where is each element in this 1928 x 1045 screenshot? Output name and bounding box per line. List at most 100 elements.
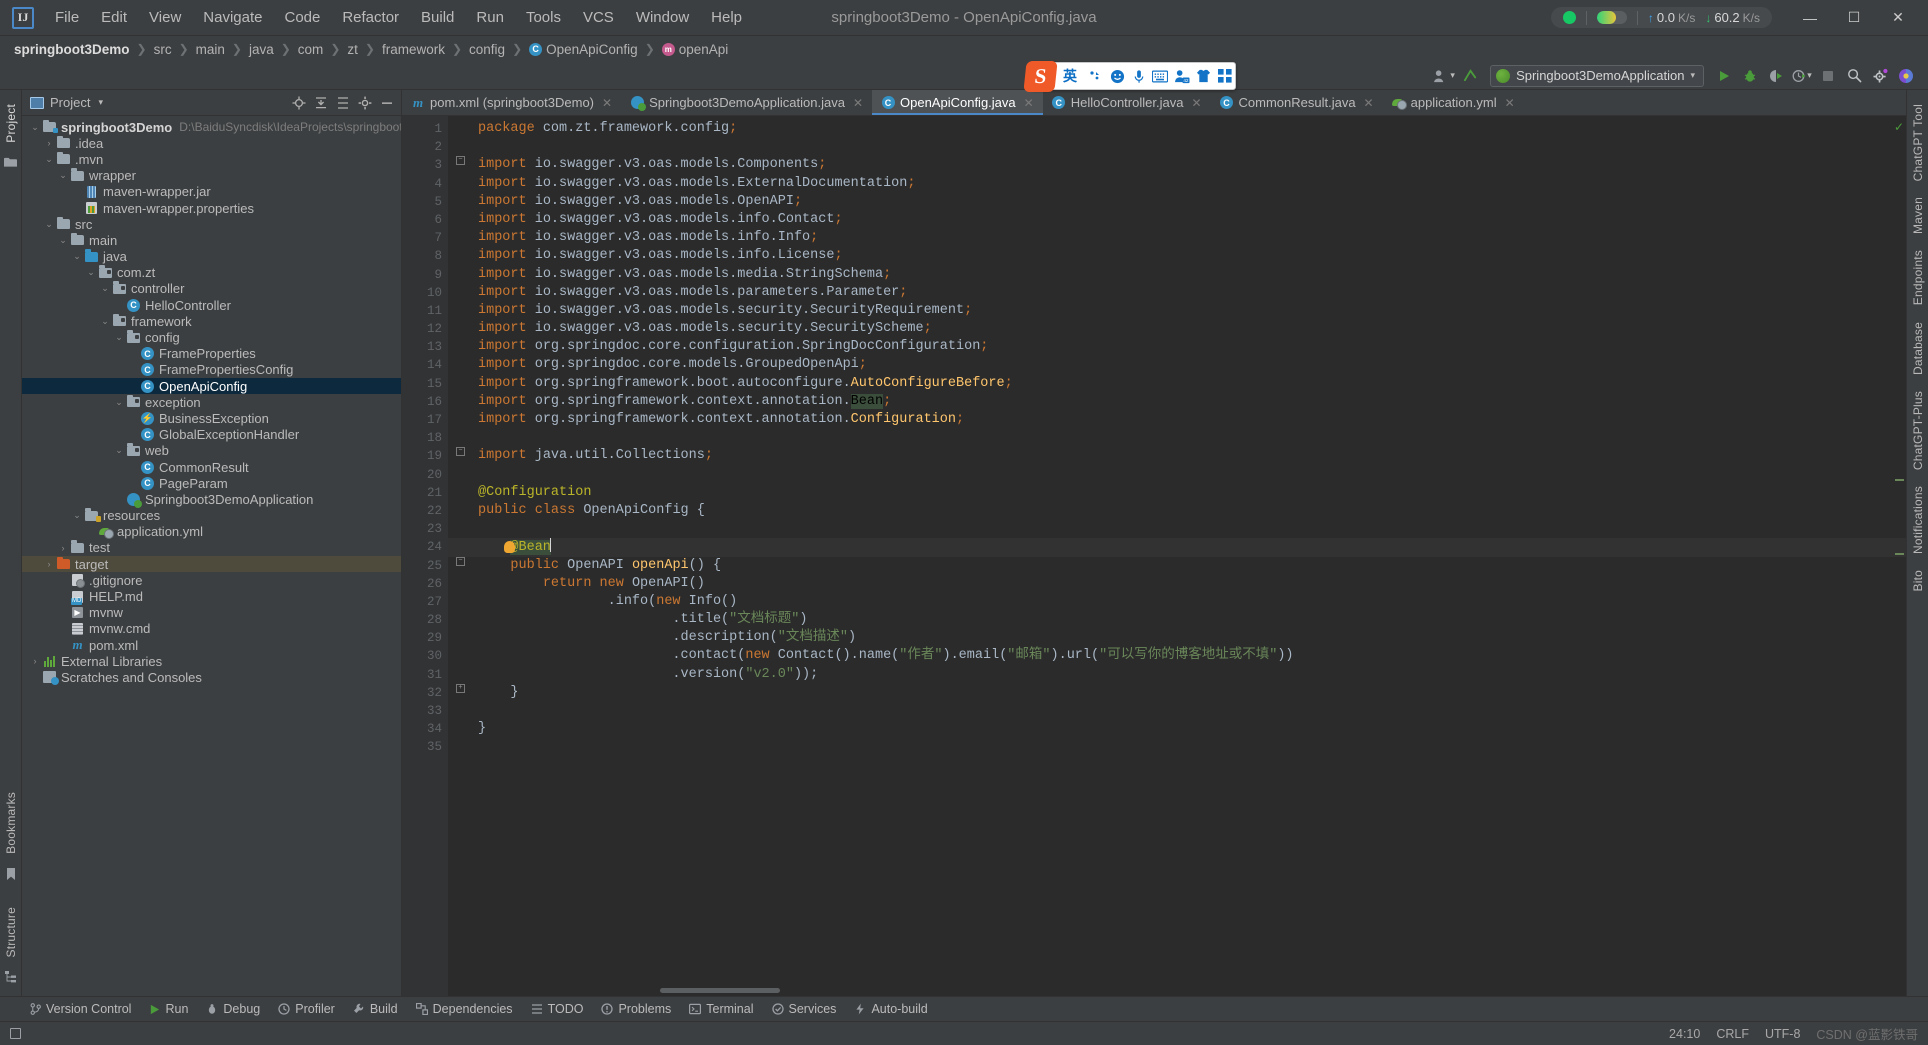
menu-code[interactable]: Code <box>273 5 331 30</box>
chevron-down-icon[interactable]: ⌄ <box>98 283 112 294</box>
chevron-down-icon[interactable]: ⌄ <box>112 397 126 408</box>
line-number-24[interactable]: 24 <box>402 538 463 556</box>
line-number-32[interactable]: 32 <box>402 684 448 702</box>
code-line-1[interactable]: package com.zt.framework.config; <box>448 120 1906 138</box>
breadcrumb-item-zt[interactable]: zt <box>343 41 362 58</box>
close-tab-icon[interactable]: ✕ <box>1364 96 1374 110</box>
tree-node-config[interactable]: ⌄ config <box>22 329 401 345</box>
chevron-down-icon[interactable]: ⌄ <box>28 122 42 133</box>
tree-node-controller[interactable]: ⌄ controller <box>22 281 401 297</box>
chevron-right-icon[interactable]: › <box>42 559 56 569</box>
bottom-tool-dependencies[interactable]: Dependencies <box>408 1000 521 1018</box>
tree-node-maven-wrapper-jar[interactable]: maven-wrapper.jar <box>22 184 401 200</box>
bookmark-icon[interactable] <box>6 867 16 883</box>
editor-tab-springboot3demoapplication-java[interactable]: Springboot3DemoApplication.java ✕ <box>621 90 872 115</box>
bottom-tool-run[interactable]: Run <box>141 1000 196 1018</box>
code-line-8[interactable]: import io.swagger.v3.oas.models.info.Lic… <box>448 247 1906 265</box>
breadcrumb-item-project[interactable]: springboot3Demo <box>10 41 134 58</box>
line-number-26[interactable]: 26 <box>402 575 448 593</box>
line-number-31[interactable]: 31 <box>402 666 448 684</box>
close-tab-icon[interactable]: ✕ <box>602 96 612 110</box>
menu-tools[interactable]: Tools <box>515 5 572 30</box>
menu-vcs[interactable]: VCS <box>572 5 625 30</box>
tree-node-wrapper[interactable]: ⌄ wrapper <box>22 168 401 184</box>
fold-expand-icon[interactable]: + <box>456 683 465 693</box>
editor-tab-application-yml[interactable]: application.yml ✕ <box>1383 90 1524 115</box>
code-line-19[interactable]: − import java.util.Collections; <box>448 447 1906 465</box>
expand-all-icon[interactable] <box>332 92 353 113</box>
tree-node-frameproperties[interactable]: C FrameProperties <box>22 346 401 362</box>
code-line-21[interactable]: @Configuration <box>448 484 1906 502</box>
menu-view[interactable]: View <box>138 5 192 30</box>
code-line-28[interactable]: .title("文档标题") <box>448 611 1906 629</box>
file-encoding[interactable]: UTF-8 <box>1765 1027 1800 1041</box>
strip-button-database[interactable]: Database <box>1911 322 1925 375</box>
chevron-down-icon[interactable]: ⌄ <box>42 219 56 230</box>
close-tab-icon[interactable]: ✕ <box>1024 96 1034 110</box>
fold-collapse-icon[interactable]: − <box>456 156 465 166</box>
strip-button-endpoints[interactable]: Endpoints <box>1911 250 1925 305</box>
tree-node-test[interactable]: › test <box>22 540 401 556</box>
minimize-button[interactable]: — <box>1788 1 1832 35</box>
breadcrumb-item-com[interactable]: com <box>294 41 328 58</box>
tree-node-application-yml[interactable]: application.yml <box>22 524 401 540</box>
bottom-tool-profiler[interactable]: Profiler <box>270 1000 343 1018</box>
project-settings-gear-icon[interactable] <box>354 92 375 113</box>
apps-grid-icon[interactable] <box>1215 66 1235 87</box>
menu-help[interactable]: Help <box>700 5 753 30</box>
chevron-right-icon[interactable]: › <box>56 543 70 553</box>
menu-run[interactable]: Run <box>465 5 515 30</box>
bottom-tool-build[interactable]: Build <box>345 1000 406 1018</box>
sogou-logo-icon[interactable]: S <box>1023 61 1058 92</box>
line-number-3[interactable]: 3 <box>402 156 448 174</box>
line-number-35[interactable]: 35 <box>402 738 448 756</box>
code-line-33[interactable] <box>448 702 1906 720</box>
menu-edit[interactable]: Edit <box>90 5 138 30</box>
intention-bulb-icon[interactable] <box>504 541 515 554</box>
close-tab-icon[interactable]: ✕ <box>1191 96 1201 110</box>
tree-node-springboot3demo[interactable]: ⌄ springboot3Demo D:\BaiduSyncdisk\IdeaPro… <box>22 119 401 135</box>
breadcrumb-item-config[interactable]: config <box>465 41 509 58</box>
line-number-19[interactable]: 19 <box>402 447 448 465</box>
code-line-2[interactable] <box>448 138 1906 156</box>
strip-button-chatgpt-tool[interactable]: ChatGPT Tool <box>1911 104 1925 181</box>
user-account-icon[interactable]: 42 <box>1172 66 1192 87</box>
project-tree[interactable]: ⌄ springboot3Demo D:\BaiduSyncdisk\IdeaPro… <box>22 116 401 996</box>
chevron-right-icon[interactable]: › <box>28 656 42 666</box>
code-line-10[interactable]: import io.swagger.v3.oas.models.paramete… <box>448 284 1906 302</box>
line-number-29[interactable]: 29 <box>402 629 448 647</box>
chevron-down-icon[interactable]: ⌄ <box>70 510 84 521</box>
code-line-27[interactable]: .info(new Info() <box>448 593 1906 611</box>
strip-button-structure[interactable]: Structure <box>4 907 18 958</box>
line-number-11[interactable]: 11 <box>402 302 448 320</box>
line-number-23[interactable]: 23 <box>402 520 448 538</box>
network-speed-widget[interactable]: ↑ 0.0 K/s ↓ 60.2 K/s <box>1550 7 1772 28</box>
sogou-ime-toolbar[interactable]: S 英 42 <box>1023 61 1236 92</box>
tree-node-framework[interactable]: ⌄ framework <box>22 313 401 329</box>
line-number-17[interactable]: 17 <box>402 411 448 429</box>
line-number-28[interactable]: 28 <box>402 611 448 629</box>
line-number-18[interactable]: 18 <box>402 429 448 447</box>
locate-file-icon[interactable] <box>288 92 309 113</box>
run-configuration-selector[interactable]: Springboot3DemoApplication ▾ <box>1490 64 1704 87</box>
chevron-down-icon[interactable]: ⌄ <box>112 332 126 343</box>
update-project-icon[interactable] <box>1458 65 1482 87</box>
bottom-tool-todo[interactable]: TODO <box>523 1000 592 1018</box>
search-everywhere-icon[interactable] <box>1842 65 1866 87</box>
bottom-tool-terminal[interactable]: Terminal <box>681 1000 761 1018</box>
code-line-31[interactable]: .version("v2.0")); <box>448 666 1906 684</box>
debug-button[interactable] <box>1738 65 1762 87</box>
code-line-18[interactable] <box>448 429 1906 447</box>
close-tab-icon[interactable]: ✕ <box>853 96 863 110</box>
tree-node-main[interactable]: ⌄ main <box>22 232 401 248</box>
line-number-9[interactable]: 9 <box>402 266 448 284</box>
code-line-12[interactable]: import io.swagger.v3.oas.models.security… <box>448 320 1906 338</box>
line-number-14[interactable]: 14 <box>402 356 448 374</box>
editor-tab-pom-xml-springboot3demo-[interactable]: m pom.xml (springboot3Demo) ✕ <box>402 90 621 115</box>
code-line-9[interactable]: import io.swagger.v3.oas.models.media.St… <box>448 266 1906 284</box>
line-number-13[interactable]: 13 <box>402 338 448 356</box>
strip-button-bito[interactable]: Bito <box>1911 570 1925 591</box>
line-number-4[interactable]: 4 <box>402 175 448 193</box>
menu-refactor[interactable]: Refactor <box>331 5 410 30</box>
stop-button[interactable] <box>1816 65 1840 87</box>
